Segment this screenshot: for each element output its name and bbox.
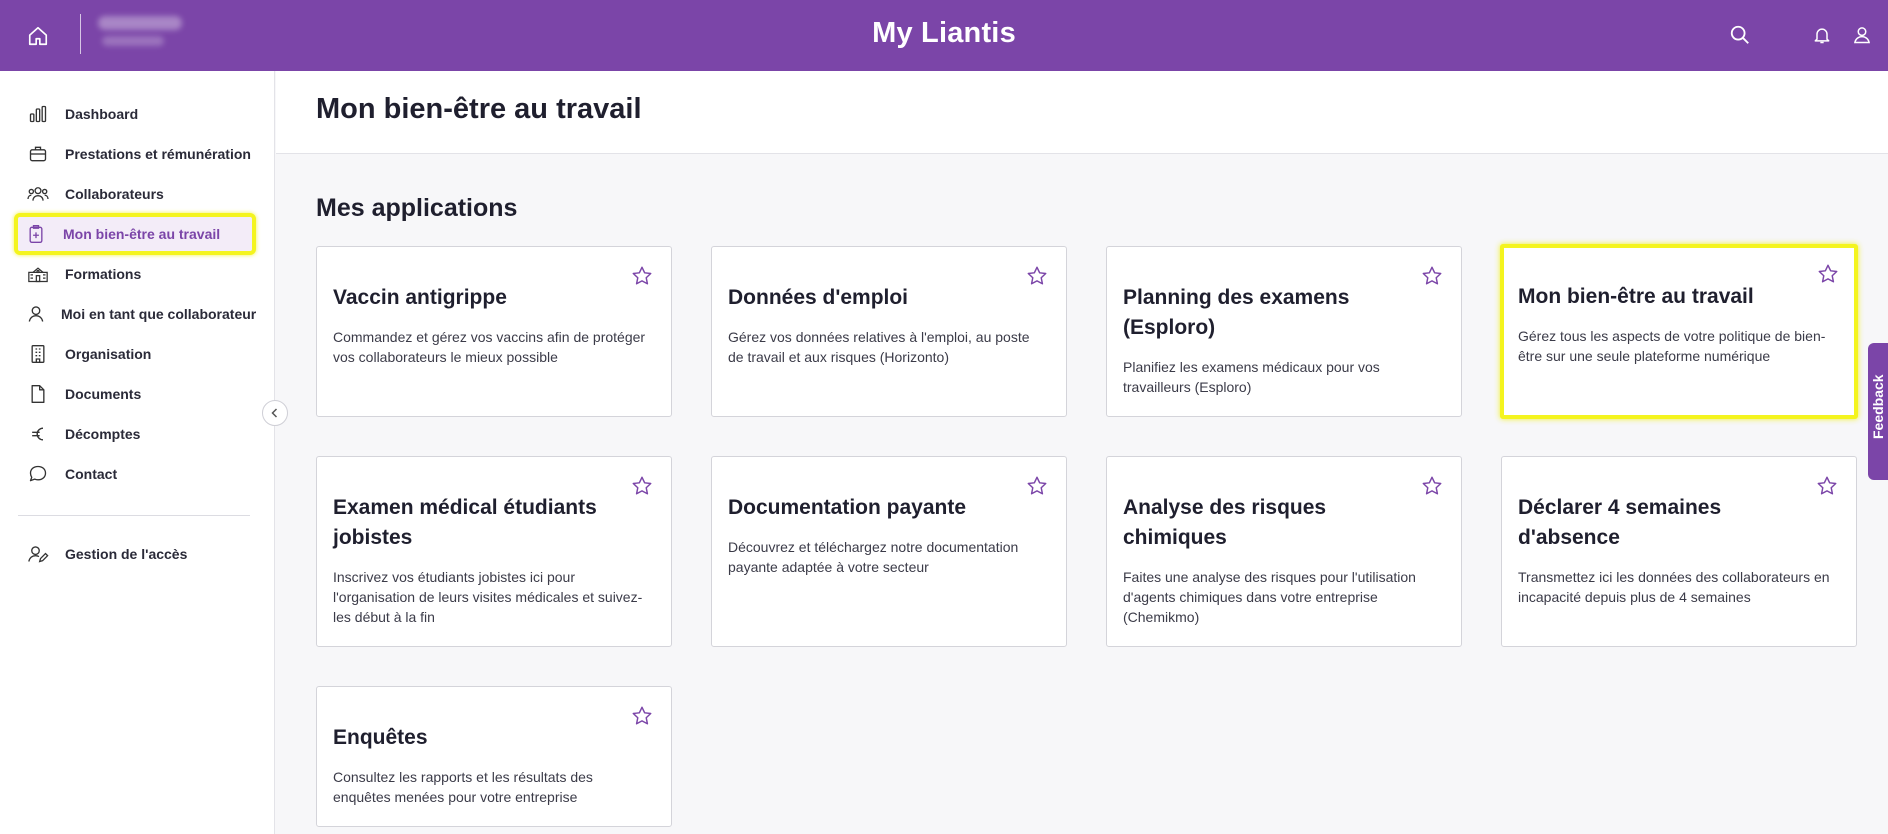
sidebar-item-label: Prestations et rémunération xyxy=(65,146,251,162)
page-title: Mon bien-être au travail xyxy=(316,93,642,125)
sidebar-item-gestion-acces[interactable]: Gestion de l'accès xyxy=(16,535,254,573)
briefcase-icon xyxy=(26,142,50,166)
app-card-planning-examens[interactable]: Planning des examens (Esploro) Planifiez… xyxy=(1106,246,1462,417)
sidebar-collapse-button[interactable] xyxy=(262,400,288,426)
favorite-star-button[interactable] xyxy=(1420,264,1444,288)
favorite-star-button[interactable] xyxy=(1025,474,1049,498)
sidebar-item-label: Dashboard xyxy=(65,106,139,122)
app-title: My Liantis xyxy=(872,17,1016,49)
sidebar-item-label: Mon bien-être au travail xyxy=(63,226,221,242)
sidebar-item-label: Organisation xyxy=(65,346,152,362)
top-bar: My Liantis xyxy=(0,0,1888,71)
card-title: Examen médical étudiants jobistes xyxy=(333,496,597,549)
card-title: Déclarer 4 semaines d'absence xyxy=(1518,496,1722,549)
favorite-star-button[interactable] xyxy=(1816,262,1840,286)
organization-name-blurred[interactable] xyxy=(98,12,182,48)
favorite-star-button[interactable] xyxy=(1025,264,1049,288)
app-card-mon-bien-etre[interactable]: Mon bien-être au travail Gérez tous les … xyxy=(1500,244,1858,419)
star-icon xyxy=(1422,476,1442,495)
notifications-button[interactable] xyxy=(1807,20,1837,50)
building-icon xyxy=(26,342,50,366)
star-icon xyxy=(1817,476,1837,495)
app-card-examen-etudiants[interactable]: Examen médical étudiants jobistes Inscri… xyxy=(316,456,672,647)
school-icon xyxy=(26,262,50,286)
card-title: Enquêtes xyxy=(333,726,428,749)
health-icon xyxy=(24,222,48,246)
star-icon xyxy=(1818,264,1838,283)
sidebar-item-label: Formations xyxy=(65,266,142,282)
app-card-vaccin-antigrippe[interactable]: Vaccin antigrippe Commandez et gérez vos… xyxy=(316,246,672,417)
star-icon xyxy=(1027,266,1047,285)
sidebar-item-label: Collaborateurs xyxy=(65,186,164,202)
sidebar-divider xyxy=(18,515,250,516)
app-card-enquetes[interactable]: Enquêtes Consultez les rapports et les r… xyxy=(316,686,672,827)
card-description: Gérez tous les aspects de votre politiqu… xyxy=(1518,328,1826,364)
favorite-star-button[interactable] xyxy=(1815,474,1839,498)
section-title: Mes applications xyxy=(316,194,518,222)
user-icon xyxy=(1854,27,1870,44)
card-description: Gérez vos données relatives à l'emploi, … xyxy=(728,329,1030,365)
sidebar-item-label: Contact xyxy=(65,466,118,482)
sidebar-item-bien-etre[interactable]: Mon bien-être au travail xyxy=(14,213,256,255)
sidebar-item-formations[interactable]: Formations xyxy=(16,255,254,293)
profile-button[interactable] xyxy=(1847,20,1877,50)
star-icon xyxy=(1422,266,1442,285)
users-icon xyxy=(26,182,50,206)
card-title: Données d'emploi xyxy=(728,286,909,309)
sidebar-item-contact[interactable]: Contact xyxy=(16,455,254,493)
star-icon xyxy=(1027,476,1047,495)
feedback-label: Feedback xyxy=(1870,374,1886,439)
euro-icon xyxy=(26,422,50,446)
card-description: Consultez les rapports et les résultats … xyxy=(333,769,593,805)
card-title: Vaccin antigrippe xyxy=(333,286,507,309)
card-description: Transmettez ici les données des collabor… xyxy=(1518,569,1830,605)
sidebar-item-decomptes[interactable]: Décomptes xyxy=(16,415,254,453)
favorite-star-button[interactable] xyxy=(1420,474,1444,498)
sidebar-item-collaborateurs[interactable]: Collaborateurs xyxy=(16,175,254,213)
star-icon xyxy=(632,266,652,285)
home-icon xyxy=(28,26,48,46)
sidebar-item-label: Documents xyxy=(65,386,142,402)
card-title: Mon bien-être au travail xyxy=(1518,285,1754,308)
chevron-left-icon xyxy=(271,408,278,418)
search-button[interactable] xyxy=(1725,20,1755,50)
card-title: Analyse des risques chimiques xyxy=(1123,496,1327,549)
card-description: Découvrez et téléchargez notre documenta… xyxy=(728,539,1019,575)
favorite-star-button[interactable] xyxy=(630,474,654,498)
search-icon xyxy=(1730,25,1749,44)
sidebar-item-organisation[interactable]: Organisation xyxy=(16,335,254,373)
app-card-documentation-payante[interactable]: Documentation payante Découvrez et téléc… xyxy=(711,456,1067,647)
favorite-star-button[interactable] xyxy=(630,704,654,728)
sidebar-item-label: Moi en tant que collaborateur xyxy=(61,306,257,322)
bell-icon xyxy=(1814,28,1830,44)
favorite-star-button[interactable] xyxy=(630,264,654,288)
user-edit-icon xyxy=(26,542,50,566)
card-description: Faites une analyse des risques pour l'ut… xyxy=(1123,569,1416,625)
chart-icon xyxy=(26,102,50,126)
star-icon xyxy=(632,706,652,725)
sidebar-item-label: Décomptes xyxy=(65,426,141,442)
card-description: Commandez et gérez vos vaccins afin de p… xyxy=(333,329,646,365)
app-card-declarer-absence[interactable]: Déclarer 4 semaines d'absence Transmette… xyxy=(1501,456,1857,647)
sidebar-item-label: Gestion de l'accès xyxy=(65,546,188,562)
sidebar-item-prestations[interactable]: Prestations et rémunération xyxy=(16,135,254,173)
app-card-analyse-risques-chimiques[interactable]: Analyse des risques chimiques Faites une… xyxy=(1106,456,1462,647)
document-icon xyxy=(26,382,50,406)
card-description: Inscrivez vos étudiants jobistes ici pou… xyxy=(333,569,643,625)
sidebar-item-documents[interactable]: Documents xyxy=(16,375,254,413)
chat-icon xyxy=(26,462,50,486)
person-icon xyxy=(26,302,46,326)
home-button[interactable] xyxy=(22,20,54,52)
card-title: Documentation payante xyxy=(728,496,967,519)
sidebar: Dashboard Prestations et rémunération Co… xyxy=(0,71,275,834)
star-icon xyxy=(632,476,652,495)
page-header: Mon bien-être au travail xyxy=(276,71,1888,154)
feedback-tab[interactable]: Feedback xyxy=(1868,343,1888,480)
sidebar-item-moi-collaborateur[interactable]: Moi en tant que collaborateur xyxy=(16,295,257,333)
sidebar-item-dashboard[interactable]: Dashboard xyxy=(16,95,254,133)
card-description: Planifiez les examens médicaux pour vos … xyxy=(1123,359,1380,395)
app-card-donnees-emploi[interactable]: Données d'emploi Gérez vos données relat… xyxy=(711,246,1067,417)
topbar-divider xyxy=(80,14,81,54)
card-title: Planning des examens (Esploro) xyxy=(1123,286,1350,339)
